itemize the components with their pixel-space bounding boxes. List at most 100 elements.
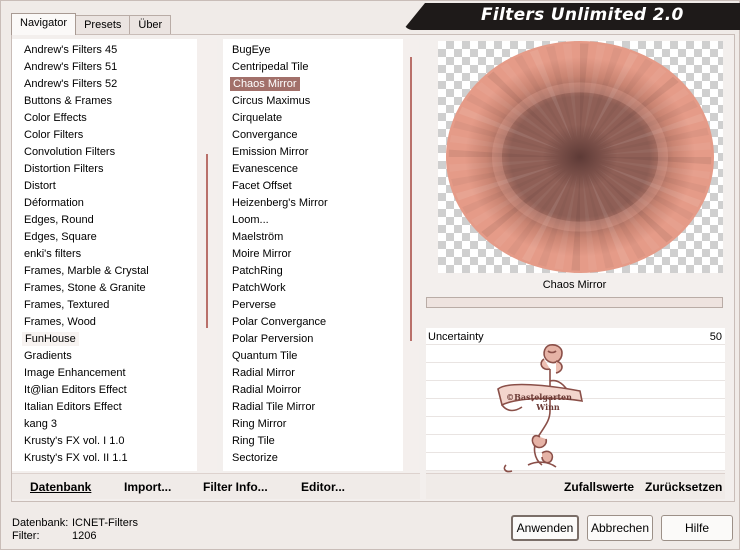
database-label: Datenbank: xyxy=(12,517,69,529)
help-button[interactable]: Hilfe xyxy=(661,515,733,541)
category-scroll-thumb[interactable] xyxy=(206,154,208,328)
category-scrollbar[interactable] xyxy=(197,39,217,471)
filter-item[interactable]: Circus Maximus xyxy=(223,93,403,110)
filter-item-label: Heizenberg's Mirror xyxy=(232,197,328,209)
category-item[interactable]: Andrew's Filters 45 xyxy=(12,42,197,59)
filter-scroll-thumb[interactable] xyxy=(410,57,412,341)
filter-item[interactable]: Quantum Tile xyxy=(223,348,403,365)
filter-count-value: 1206 xyxy=(72,530,97,542)
filter-item[interactable]: Ring Tile xyxy=(223,433,403,450)
filter-item[interactable]: Chaos Mirror xyxy=(223,76,403,93)
reset-button[interactable]: Zurücksetzen xyxy=(645,480,722,494)
category-item[interactable]: kang 3 xyxy=(12,416,197,433)
filter-info-button[interactable]: Filter Info... xyxy=(203,480,268,494)
category-item[interactable]: Frames, Stone & Granite xyxy=(12,280,197,297)
category-item[interactable]: Krusty's FX vol. II 1.1 xyxy=(12,450,197,467)
filters-unlimited-window: Navigator Presets Über Filters Unlimited… xyxy=(0,0,740,550)
right-toolbar: Zufallswerte Zurücksetzen xyxy=(426,473,725,499)
database-value: ICNET-Filters xyxy=(72,517,138,529)
stamp-text-line1: ©Bastelgarten xyxy=(506,392,572,402)
category-item[interactable]: Krusty's FX vol. I 1.0 xyxy=(12,433,197,450)
category-item[interactable]: FunHouse xyxy=(12,331,197,348)
category-item-label: Frames, Marble & Crystal xyxy=(24,265,149,277)
category-item-label: Edges, Round xyxy=(24,214,94,226)
chaos-mirror-preview-image xyxy=(446,41,714,273)
category-item[interactable]: Frames, Wood xyxy=(12,314,197,331)
filter-item[interactable]: Moire Mirror xyxy=(223,246,403,263)
category-item[interactable]: Distortion Filters xyxy=(12,161,197,178)
preview-filter-name: Chaos Mirror xyxy=(542,279,607,291)
category-item[interactable]: enki's filters xyxy=(12,246,197,263)
category-item[interactable]: Edges, Round xyxy=(12,212,197,229)
filter-scrollbar[interactable] xyxy=(403,39,419,471)
category-item-label: FunHouse xyxy=(22,332,79,346)
filter-item[interactable]: PatchRing xyxy=(223,263,403,280)
category-item[interactable]: Buttons & Frames xyxy=(12,93,197,110)
filter-item[interactable]: Ring Mirror xyxy=(223,416,403,433)
filter-item[interactable]: Sectorize xyxy=(223,450,403,467)
title-bar: Filters Unlimited 2.0 xyxy=(403,3,740,30)
filter-item[interactable]: Maelström xyxy=(223,229,403,246)
filter-item[interactable]: BugEye xyxy=(223,42,403,59)
import-button[interactable]: Import... xyxy=(124,480,171,494)
category-item-label: Distortion Filters xyxy=(24,163,104,175)
filter-item-label: Maelström xyxy=(232,231,284,243)
category-item[interactable]: Frames, Textured xyxy=(12,297,197,314)
filter-item[interactable]: PatchWork xyxy=(223,280,403,297)
category-item[interactable]: Color Filters xyxy=(12,127,197,144)
tab-ueber[interactable]: Über xyxy=(129,15,172,35)
filter-item[interactable]: Centripedal Tile xyxy=(223,59,403,76)
filter-item[interactable]: Radial Mirror xyxy=(223,365,403,382)
filter-item-label: Ring Mirror xyxy=(232,418,287,430)
random-values-button[interactable]: Zufallswerte xyxy=(564,480,634,494)
category-item-label: Frames, Wood xyxy=(24,316,96,328)
filter-item-label: Cirquelate xyxy=(232,112,283,124)
category-item[interactable]: Déformation xyxy=(12,195,197,212)
filter-item-label: Perverse xyxy=(232,299,277,311)
filter-item[interactable]: Polar Convergance xyxy=(223,314,403,331)
tab-presets[interactable]: Presets xyxy=(75,15,131,35)
filter-item[interactable]: Cirquelate xyxy=(223,110,403,127)
category-item[interactable]: Image Enhancement xyxy=(12,365,197,382)
category-list[interactable]: Andrew's Filters 45 Andrew's Filters 51 An… xyxy=(12,39,197,471)
filter-item-label: Facet Offset xyxy=(232,180,292,192)
editor-button[interactable]: Editor... xyxy=(301,480,345,494)
filter-item[interactable]: Polar Perversion xyxy=(223,331,403,348)
filter-item[interactable]: Radial Moirror xyxy=(223,382,403,399)
filter-item-label: Radial Tile Mirror xyxy=(232,401,316,413)
cancel-button[interactable]: Abbrechen xyxy=(587,515,653,541)
filter-item[interactable]: Heizenberg's Mirror xyxy=(223,195,403,212)
filter-item[interactable]: Facet Offset xyxy=(223,178,403,195)
category-item[interactable]: Edges, Square xyxy=(12,229,197,246)
category-item[interactable]: Frames, Marble & Crystal xyxy=(12,263,197,280)
filter-item[interactable]: Evanescence xyxy=(223,161,403,178)
tab-navigator[interactable]: Navigator xyxy=(11,13,77,35)
filter-item[interactable]: Convergance xyxy=(223,127,403,144)
filter-item[interactable]: Loom... xyxy=(223,212,403,229)
category-item[interactable]: Convolution Filters xyxy=(12,144,197,161)
apply-button[interactable]: Anwenden xyxy=(511,515,579,541)
category-item-label: Andrew's Filters 51 xyxy=(24,61,118,73)
filter-item-label: PatchRing xyxy=(232,265,283,277)
category-item[interactable]: Color Effects xyxy=(12,110,197,127)
filter-item-label: Centripedal Tile xyxy=(232,61,309,73)
filter-item[interactable]: Perverse xyxy=(223,297,403,314)
category-item[interactable]: Gradients xyxy=(12,348,197,365)
parameter-value: 50 xyxy=(709,331,722,343)
filter-list[interactable]: BugEye Centripedal Tile Chaos Mirror Circus… xyxy=(223,39,403,471)
filter-item-label: Circus Maximus xyxy=(232,95,311,107)
category-item[interactable]: Andrew's Filters 52 xyxy=(12,76,197,93)
category-item[interactable]: It@lian Editors Effect xyxy=(12,382,197,399)
category-item[interactable]: Italian Editors Effect xyxy=(12,399,197,416)
filter-preview xyxy=(438,41,723,273)
filter-item-label: Radial Mirror xyxy=(232,367,295,379)
filter-item-label: Quantum Tile xyxy=(232,350,298,362)
filter-item[interactable]: Radial Tile Mirror xyxy=(223,399,403,416)
category-item[interactable]: Distort xyxy=(12,178,197,195)
filter-item-label: Moire Mirror xyxy=(232,248,292,260)
filter-count-label: Filter: xyxy=(12,530,40,542)
category-item-label: Edges, Square xyxy=(24,231,97,243)
database-button[interactable]: Datenbank xyxy=(30,480,91,494)
category-item[interactable]: Andrew's Filters 51 xyxy=(12,59,197,76)
filter-item[interactable]: Emission Mirror xyxy=(223,144,403,161)
